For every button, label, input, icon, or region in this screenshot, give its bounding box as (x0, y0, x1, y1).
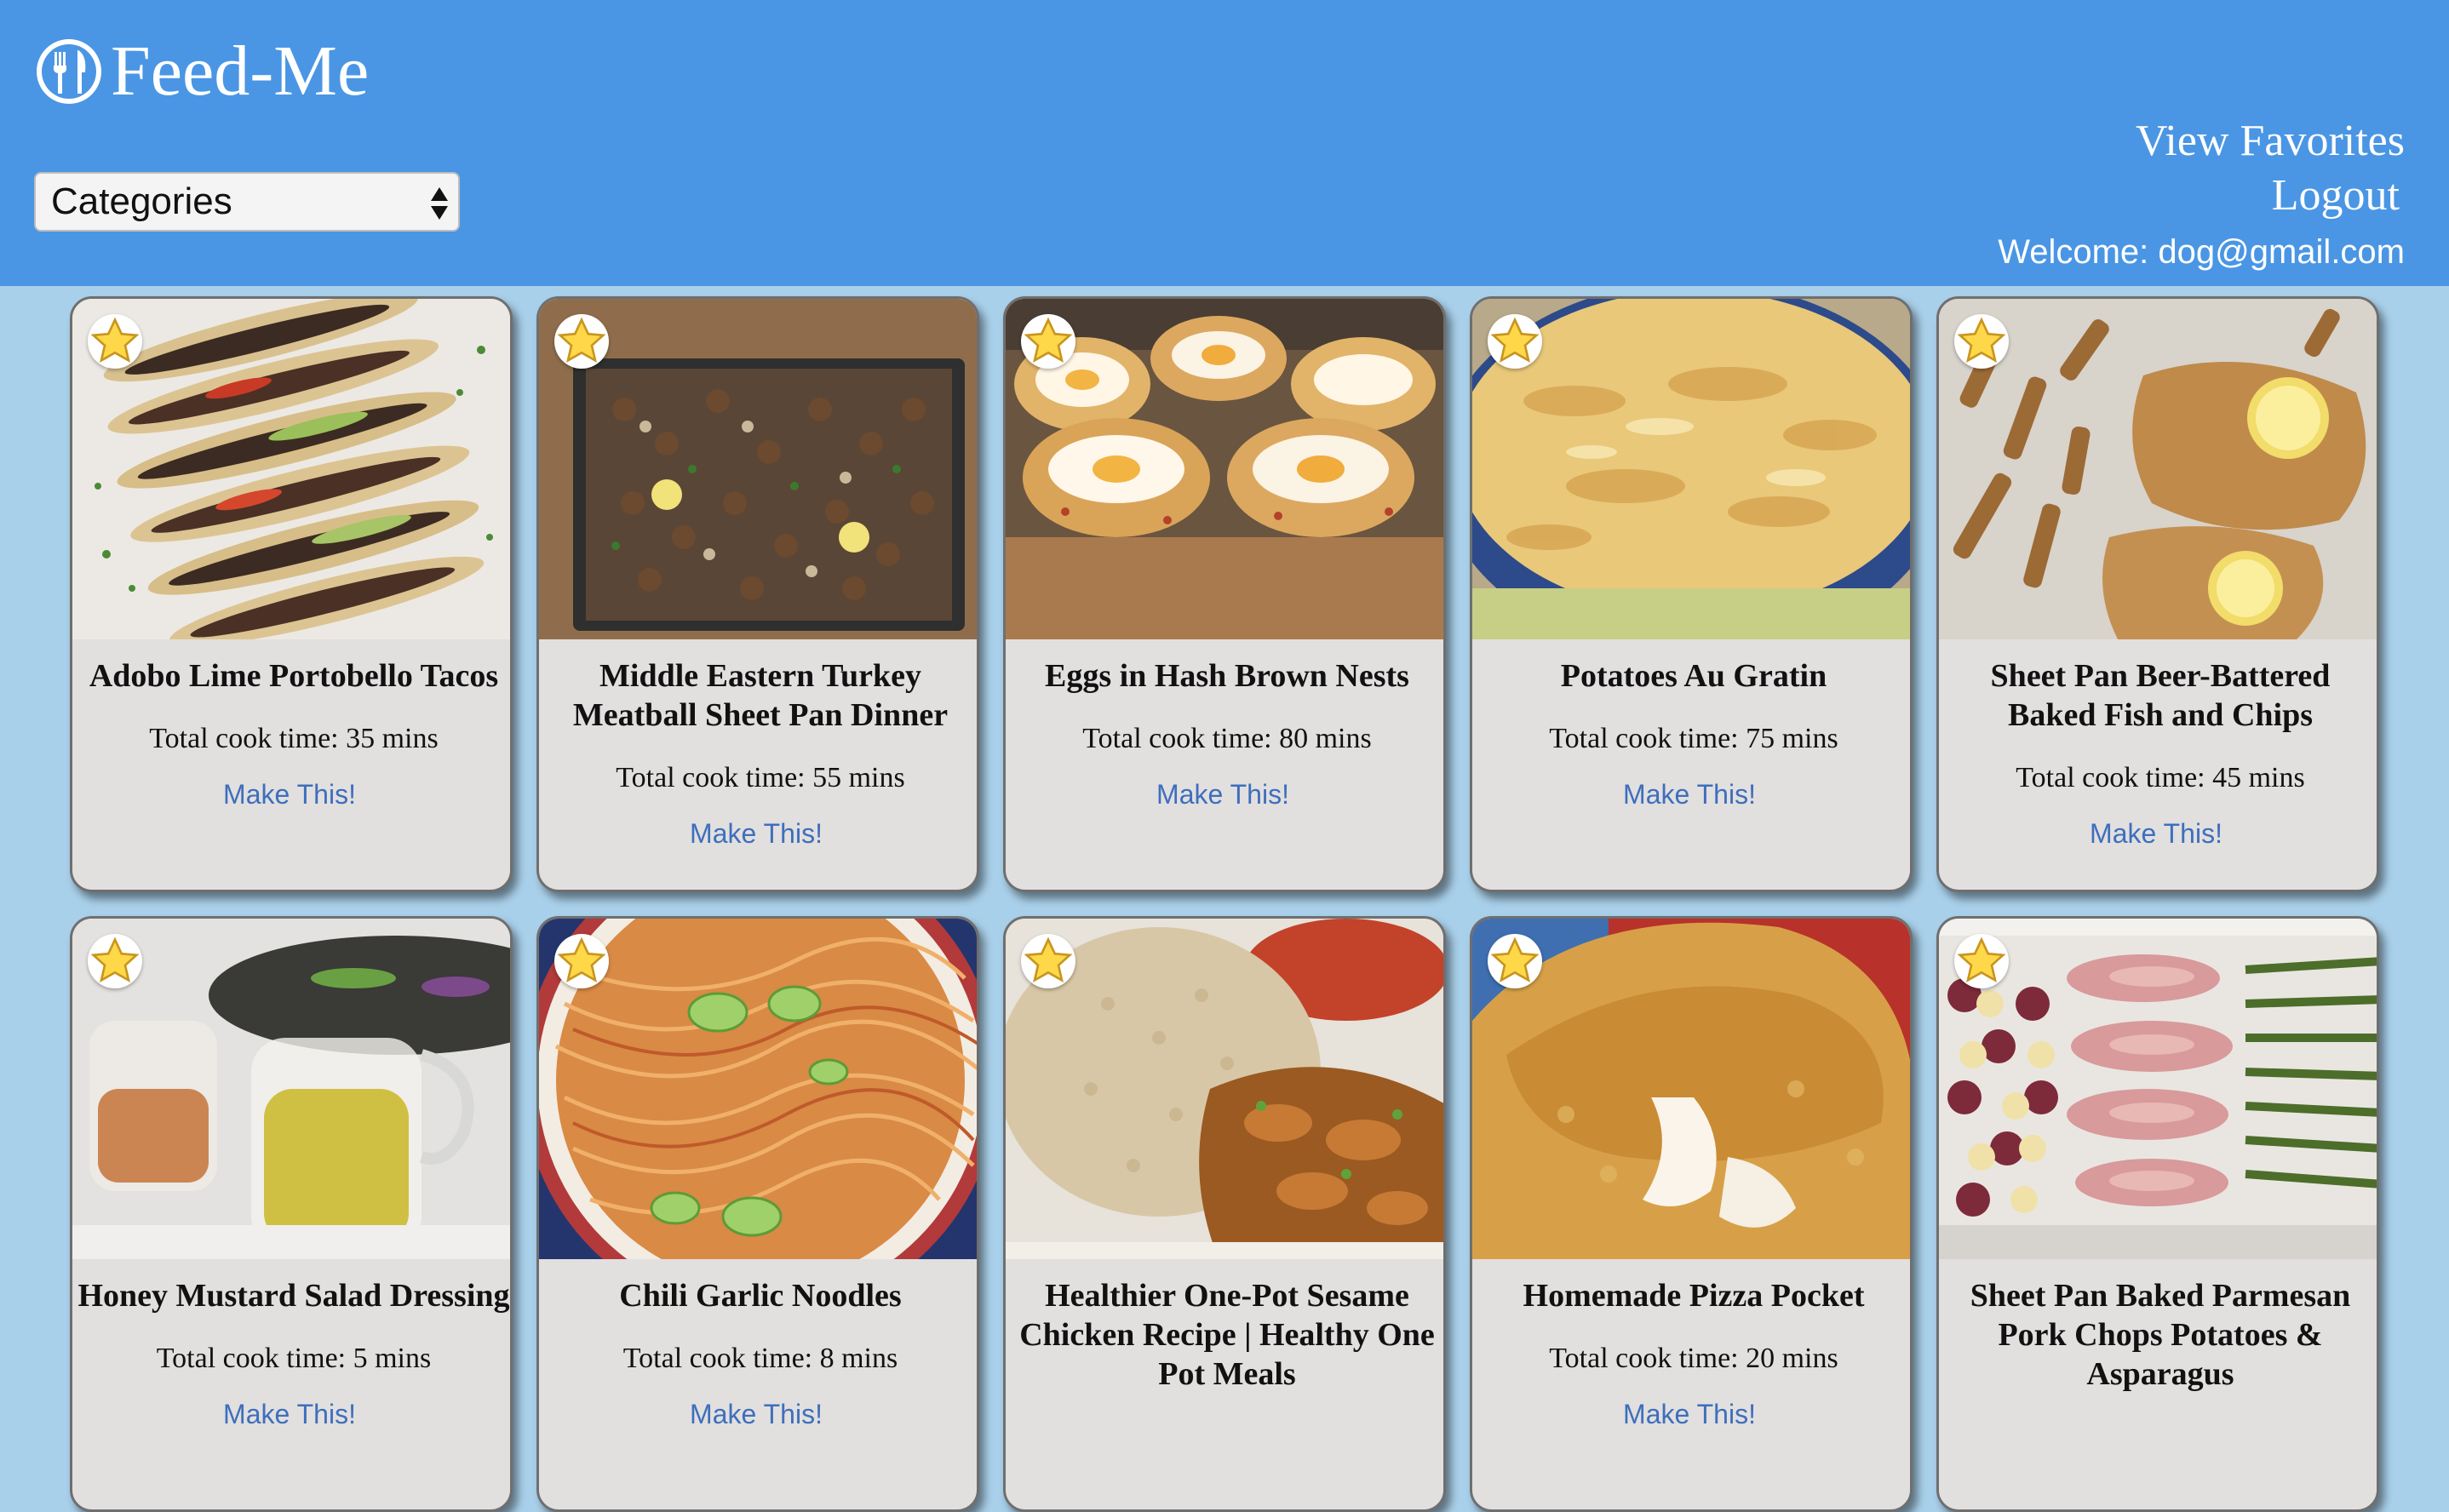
card-body: Adobo Lime Portobello Tacos Total cook t… (72, 639, 510, 810)
favorite-star-button[interactable] (1954, 934, 2009, 988)
make-this-link[interactable]: Make This! (1472, 1399, 1910, 1430)
recipe-cook-time: Total cook time: 35 mins (149, 723, 439, 754)
favorite-star-button[interactable] (1021, 934, 1075, 988)
recipe-image[interactable] (1939, 299, 2377, 639)
recipe-cook-time: Total cook time: 75 mins (1549, 723, 1838, 754)
favorite-star-button[interactable] (1488, 314, 1542, 369)
recipe-cook-time: Total cook time: 55 mins (616, 762, 905, 793)
favorite-star-button[interactable] (1488, 934, 1542, 988)
logout-link[interactable]: Logout (2272, 170, 2400, 220)
recipe-card[interactable]: Honey Mustard Salad Dressing Total cook … (70, 916, 513, 1512)
recipe-card[interactable]: Healthier One-Pot Sesame Chicken Recipe … (1003, 916, 1446, 1512)
make-this-link[interactable]: Make This! (1006, 779, 1443, 810)
recipe-cook-time: Total cook time: 20 mins (1549, 1343, 1838, 1374)
make-this-link[interactable]: Make This! (72, 1399, 510, 1430)
star-icon (1024, 317, 1073, 364)
recipe-card[interactable]: Sheet Pan Beer-Battered Baked Fish and C… (1936, 296, 2379, 892)
recipe-title: Potatoes Au Gratin (1560, 658, 1827, 694)
star-icon (1957, 936, 2006, 983)
favorite-star-button[interactable] (554, 314, 609, 369)
recipe-card[interactable]: Adobo Lime Portobello Tacos Total cook t… (70, 296, 513, 892)
categories-select-label: Categories (51, 180, 232, 222)
card-body: Middle Eastern Turkey Meatball Sheet Pan… (539, 639, 977, 850)
favorite-star-button[interactable] (88, 934, 142, 988)
recipe-card[interactable]: Homemade Pizza Pocket Total cook time: 2… (1470, 916, 1913, 1512)
recipe-card[interactable]: Middle Eastern Turkey Meatball Sheet Pan… (536, 296, 979, 892)
favorite-star-button[interactable] (1021, 314, 1075, 369)
card-body: Eggs in Hash Brown Nests Total cook time… (1006, 639, 1443, 810)
recipe-image[interactable] (539, 919, 977, 1259)
recipe-title: Sheet Pan Baked Parmesan Pork Chops Pota… (1970, 1278, 2351, 1392)
recipe-image[interactable] (1006, 919, 1443, 1259)
recipe-card[interactable]: Potatoes Au Gratin Total cook time: 75 m… (1470, 296, 1913, 892)
recipe-image[interactable] (1006, 299, 1443, 639)
make-this-link[interactable]: Make This! (72, 779, 510, 810)
make-this-link[interactable]: Make This! (539, 1399, 977, 1430)
card-body: Healthier One-Pot Sesame Chicken Recipe … (1006, 1259, 1443, 1421)
star-icon (1490, 936, 1540, 983)
recipe-image[interactable] (1472, 299, 1910, 639)
recipe-image[interactable] (1472, 919, 1910, 1259)
favorite-star-button[interactable] (554, 934, 609, 988)
app-title: Feed-Me (111, 32, 370, 111)
star-icon (90, 317, 140, 364)
recipe-card[interactable]: Eggs in Hash Brown Nests Total cook time… (1003, 296, 1446, 892)
star-icon (1957, 317, 2006, 364)
recipe-image[interactable] (1939, 919, 2377, 1259)
card-body: Potatoes Au Gratin Total cook time: 75 m… (1472, 639, 1910, 810)
recipe-title: Homemade Pizza Pocket (1523, 1278, 1865, 1314)
recipe-card[interactable]: Sheet Pan Baked Parmesan Pork Chops Pota… (1936, 916, 2379, 1512)
recipe-cook-time: Total cook time: 45 mins (2016, 762, 2305, 793)
star-icon (90, 936, 140, 983)
card-body: Honey Mustard Salad Dressing Total cook … (72, 1259, 510, 1430)
recipe-image[interactable] (72, 919, 510, 1259)
make-this-link[interactable]: Make This! (539, 818, 977, 850)
make-this-link[interactable]: Make This! (1939, 818, 2377, 850)
recipe-title: Sheet Pan Beer-Battered Baked Fish and C… (1990, 658, 2331, 733)
favorite-star-button[interactable] (88, 314, 142, 369)
star-icon (1024, 936, 1073, 983)
recipe-title: Adobo Lime Portobello Tacos (89, 658, 499, 694)
recipe-title: Healthier One-Pot Sesame Chicken Recipe … (1019, 1278, 1435, 1392)
utensils-logo-icon (37, 39, 101, 104)
make-this-link[interactable]: Make This! (1472, 779, 1910, 810)
recipe-image[interactable] (72, 299, 510, 639)
recipe-title: Eggs in Hash Brown Nests (1045, 658, 1409, 694)
recipe-grid: Adobo Lime Portobello Tacos Total cook t… (0, 286, 2449, 1512)
card-body: Homemade Pizza Pocket Total cook time: 2… (1472, 1259, 1910, 1430)
card-body: Sheet Pan Baked Parmesan Pork Chops Pota… (1939, 1259, 2377, 1421)
card-body: Sheet Pan Beer-Battered Baked Fish and C… (1939, 639, 2377, 850)
categories-select[interactable]: Categories (34, 172, 460, 232)
star-icon (557, 936, 606, 983)
star-icon (1490, 317, 1540, 364)
app-header: Feed-Me Categories View Favorites Logout… (0, 0, 2449, 286)
star-icon (557, 317, 606, 364)
recipe-card[interactable]: Chili Garlic Noodles Total cook time: 8 … (536, 916, 979, 1512)
recipe-cook-time: Total cook time: 80 mins (1082, 723, 1372, 754)
welcome-text: Welcome: dog@gmail.com (1998, 233, 2405, 271)
view-favorites-link[interactable]: View Favorites (2136, 116, 2405, 166)
recipe-cook-time: Total cook time: 5 mins (156, 1343, 432, 1374)
recipe-cook-time: Total cook time: 8 mins (622, 1343, 898, 1374)
recipe-title: Honey Mustard Salad Dressing (77, 1278, 510, 1314)
logo[interactable]: Feed-Me (34, 29, 369, 114)
card-body: Chili Garlic Noodles Total cook time: 8 … (539, 1259, 977, 1430)
recipe-title: Middle Eastern Turkey Meatball Sheet Pan… (572, 658, 949, 733)
favorite-star-button[interactable] (1954, 314, 2009, 369)
recipe-title: Chili Garlic Noodles (619, 1278, 902, 1314)
select-arrows-icon (431, 187, 448, 220)
recipe-image[interactable] (539, 299, 977, 639)
